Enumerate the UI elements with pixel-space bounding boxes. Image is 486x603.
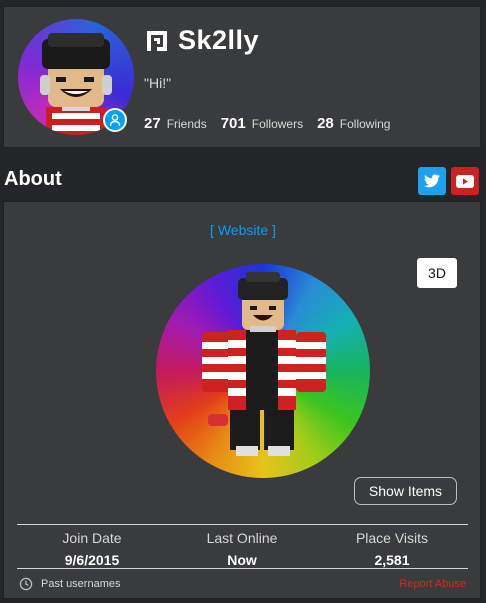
join-date-label: Join Date [62,530,122,546]
following-label[interactable]: Following [340,117,391,131]
place-visits-value: 2,581 [374,552,410,568]
username-row: Sk2lly [144,25,259,56]
youtube-icon[interactable] [451,167,479,195]
avatar-fullbody-figure [202,272,326,456]
status-text: "Hi!" [144,75,172,91]
place-visits-label: Place Visits [355,530,429,546]
friends-count[interactable]: 27 [144,115,161,132]
join-date-stat: Join Date 9/6/2015 [17,530,167,568]
avatar-fullbody-view [156,264,370,478]
website-link[interactable]: [ Website ] [4,222,482,238]
username: Sk2lly [178,25,260,55]
about-heading: About [4,168,62,190]
social-stats: 27 Friends 701 Followers 28 Following [144,115,404,132]
followers-count[interactable]: 701 [221,115,246,132]
join-date-value: 9/6/2015 [64,552,120,568]
stats-divider-bottom [17,568,468,569]
last-online-value: Now [227,552,257,568]
friends-label[interactable]: Friends [167,117,207,131]
about-card: [ Website ] 3D Show Items Join Date 9/6/… [3,201,481,599]
show-items-button[interactable]: Show Items [354,477,457,505]
toggle-3d-button[interactable]: 3D [417,258,457,288]
twitter-icon[interactable] [418,167,446,195]
last-online-label: Last Online [206,530,278,546]
last-online-stat: Last Online Now [167,530,317,568]
person-icon [103,108,127,132]
premium-icon [147,30,167,51]
past-usernames-link[interactable]: Past usernames [19,577,120,591]
followers-label[interactable]: Followers [252,117,303,131]
following-count[interactable]: 28 [317,115,334,132]
past-usernames-label[interactable]: Past usernames [41,578,120,590]
stats-divider-top [17,524,468,525]
profile-header-card: Sk2lly "Hi!" 27 Friends 701 Followers 28… [3,6,481,148]
clock-icon [19,577,33,591]
report-abuse-link[interactable]: Report Abuse [399,578,466,590]
place-visits-stat: Place Visits 2,581 [317,530,467,568]
